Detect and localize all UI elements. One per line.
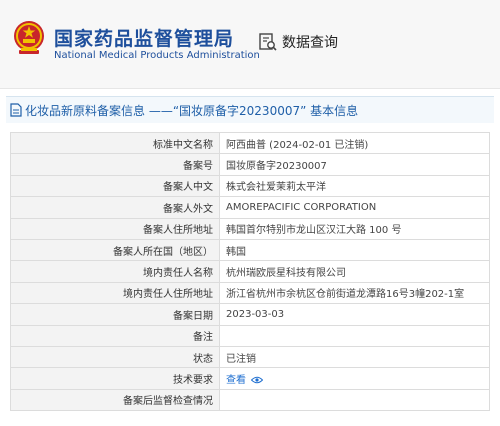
row-value: 韩国首尔特别市龙山区汉江大路 100 号: [219, 217, 490, 240]
row-label: 状态: [10, 345, 220, 369]
national-emblem-icon: [14, 21, 44, 54]
table-row: 备案人住所地址 韩国首尔特别市龙山区汉江大路 100 号: [10, 217, 490, 240]
row-label: 备案人住所地址: [10, 217, 220, 240]
row-value: 株式会社爱茉莉太平洋: [219, 174, 490, 198]
site-header: 国家药品监督管理局 National Medical Products Admi…: [0, 0, 500, 89]
row-label: 备注: [10, 324, 220, 347]
row-value: 阿西曲普 (2024-02-01 已注销): [219, 131, 490, 155]
table-row: 备案人中文 株式会社爱茉莉太平洋: [10, 174, 490, 198]
view-link[interactable]: 查看: [226, 375, 246, 386]
site-name-cn[interactable]: 国家药品监督管理局: [54, 24, 234, 51]
row-value: 韩国: [219, 238, 490, 262]
row-label: 标准中文名称: [10, 131, 220, 155]
site-name-en[interactable]: National Medical Products Administration: [54, 50, 260, 61]
table-row: 备案人外文 AMOREPACIFIC CORPORATION: [10, 196, 490, 219]
table-row: 境内责任人住所地址 浙江省杭州市余杭区仓前街道龙潭路16号3幢202-1室: [10, 281, 490, 305]
table-row: 备注: [10, 324, 490, 347]
data-query-nav[interactable]: 数据查询: [258, 31, 338, 53]
row-value: AMOREPACIFIC CORPORATION: [219, 196, 490, 219]
data-query-label: 数据查询: [282, 35, 338, 51]
section-title: 化妆品新原料备案信息 ——“国妆原备字20230007” 基本信息: [25, 103, 359, 118]
row-label: 备案号: [10, 153, 220, 176]
data-query-icon: [259, 33, 277, 51]
row-value: [219, 388, 490, 412]
row-label: 备案后监督检查情况: [10, 388, 220, 412]
row-value: 已注销: [219, 345, 490, 369]
row-value: [219, 324, 490, 347]
row-label: 境内责任人住所地址: [10, 281, 220, 305]
table-row: 备案后监督检查情况: [10, 388, 490, 412]
row-label: 备案人所在国（地区）: [10, 238, 220, 262]
row-label: 备案人外文: [10, 196, 220, 219]
table-row: 备案日期 2023-03-03: [10, 303, 490, 326]
row-value: 国妆原备字20230007: [219, 153, 490, 176]
table-row: 技术要求 查看: [10, 367, 490, 390]
table-row: 备案人所在国（地区） 韩国: [10, 238, 490, 262]
detail-table: 标准中文名称 阿西曲普 (2024-02-01 已注销) 备案号 国妆原备字20…: [10, 131, 490, 412]
row-label: 境内责任人名称: [10, 260, 220, 283]
section-heading: 化妆品新原料备案信息 ——“国妆原备字20230007” 基本信息: [6, 96, 494, 123]
table-row: 备案号 国妆原备字20230007: [10, 153, 490, 176]
tech-requirements-cell: 查看: [219, 367, 490, 390]
table-row: 标准中文名称 阿西曲普 (2024-02-01 已注销): [10, 131, 490, 155]
row-value: 浙江省杭州市余杭区仓前街道龙潭路16号3幢202-1室: [219, 281, 490, 305]
row-label: 备案人中文: [10, 174, 220, 198]
table-row: 状态 已注销: [10, 345, 490, 369]
document-icon: [10, 103, 22, 117]
table-row: 境内责任人名称 杭州瑞欧辰星科技有限公司: [10, 260, 490, 283]
row-value: 2023-03-03: [219, 303, 490, 326]
eye-icon[interactable]: [251, 376, 264, 384]
row-value: 杭州瑞欧辰星科技有限公司: [219, 260, 490, 283]
row-label: 技术要求: [10, 367, 220, 390]
row-label: 备案日期: [10, 303, 220, 326]
